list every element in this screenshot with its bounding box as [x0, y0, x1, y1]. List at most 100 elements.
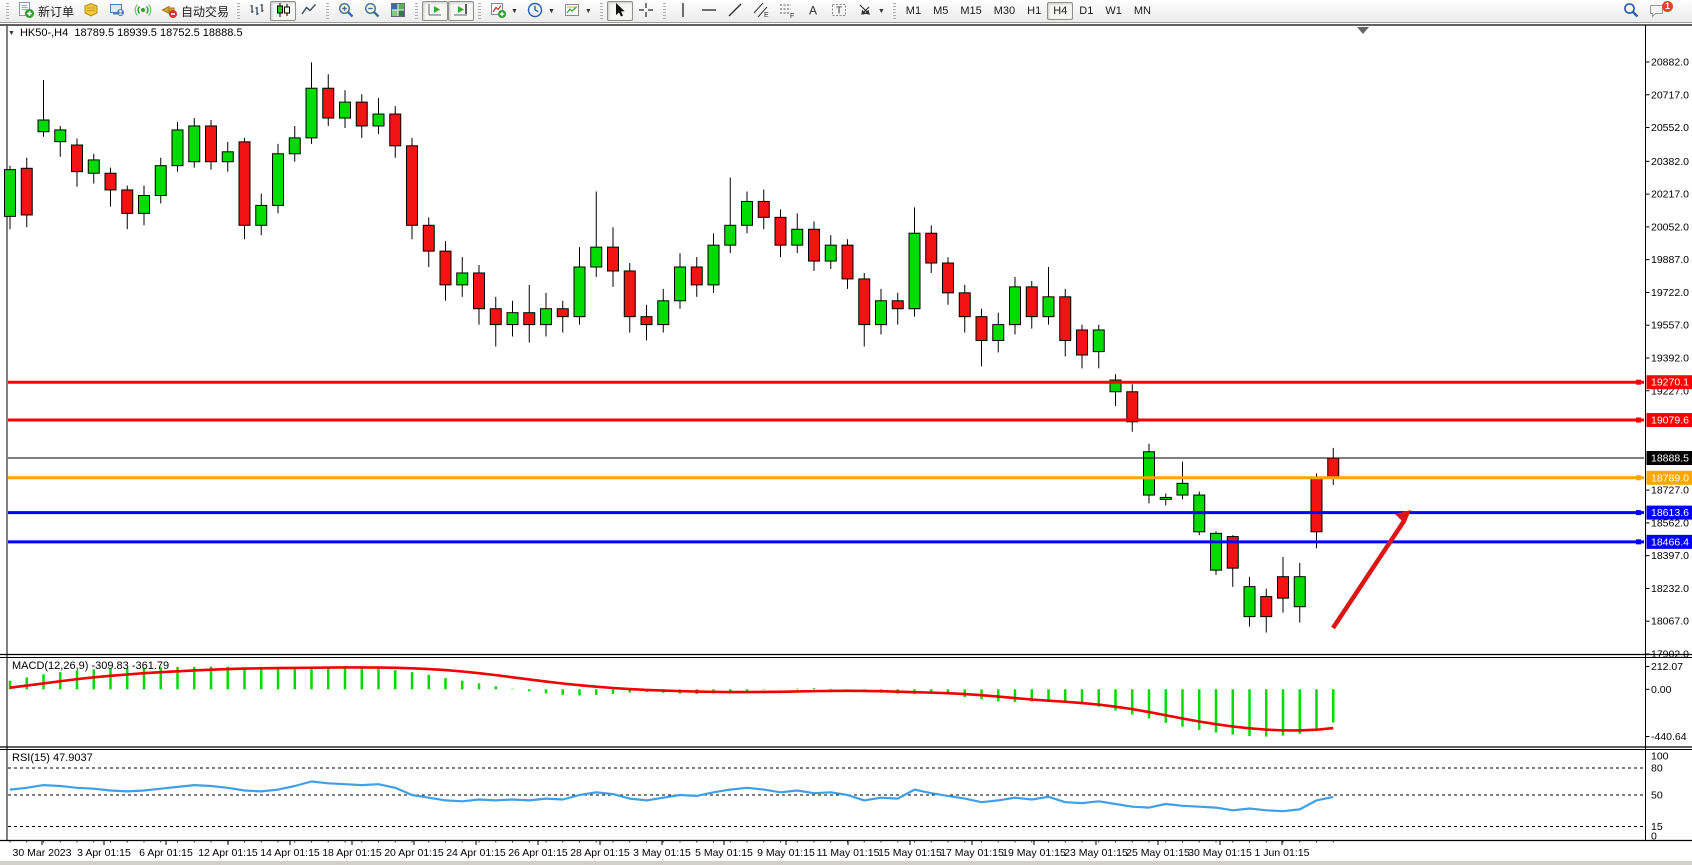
- time-tick-label[interactable]: 11 May 01:15: [817, 847, 880, 859]
- time-tick-label[interactable]: 30 May 01:15: [1188, 847, 1252, 859]
- time-tick-label[interactable]: 15 May 01:15: [878, 847, 942, 859]
- toolbar-grip[interactable]: [600, 3, 603, 19]
- cursor-button[interactable]: [607, 1, 633, 21]
- price-tick-label[interactable]: 20052.0: [1651, 221, 1689, 233]
- dropdown-arrow-icon[interactable]: ▼: [585, 8, 592, 15]
- horizontal-line-button[interactable]: [696, 1, 722, 21]
- toolbar-grip[interactable]: [6, 3, 9, 19]
- price-tick-label[interactable]: 18067.0: [1651, 616, 1689, 628]
- price-tick-label[interactable]: 19557.0: [1651, 320, 1689, 332]
- price-tick-label[interactable]: 18232.0: [1651, 583, 1689, 595]
- price-tick-label[interactable]: 20217.0: [1651, 189, 1689, 201]
- market-depth-button[interactable]: [78, 1, 104, 21]
- crosshair-button[interactable]: [633, 1, 659, 21]
- price-tick-label[interactable]: 19887.0: [1651, 254, 1689, 266]
- line-handle[interactable]: [1636, 475, 1641, 480]
- price-tick-label[interactable]: 20552.0: [1651, 122, 1689, 134]
- tf-m15[interactable]: M15: [954, 2, 987, 20]
- line-handle[interactable]: [1636, 380, 1641, 385]
- periods-button[interactable]: ▼: [522, 1, 559, 21]
- text-label-button[interactable]: T: [826, 1, 852, 21]
- time-tick-label[interactable]: 3 May 01:15: [633, 847, 691, 859]
- time-tick-label[interactable]: 20 Apr 01:15: [384, 847, 444, 859]
- line-handle[interactable]: [1636, 418, 1641, 423]
- chart-canvas[interactable]: 20882.0 20717.0 20552.0 20382.0 20217.0 20052…: [0, 24, 1692, 865]
- terminal-button[interactable]: [104, 1, 130, 21]
- toolbar-grip[interactable]: [237, 3, 240, 19]
- line-handle[interactable]: [1636, 510, 1641, 515]
- chart-window[interactable]: 20882.0 20717.0 20552.0 20382.0 20217.0 20052…: [0, 24, 1692, 865]
- notifications-button[interactable]: 1: [1644, 1, 1684, 21]
- templates-button[interactable]: ▼: [559, 1, 596, 21]
- tf-m5[interactable]: M5: [927, 2, 954, 20]
- line-handle[interactable]: [1636, 539, 1641, 544]
- channel-button[interactable]: E: [748, 1, 774, 21]
- time-tick-label[interactable]: 28 Apr 01:15: [570, 847, 630, 859]
- candlestick-chart-button[interactable]: [270, 1, 296, 21]
- dropdown-arrow-icon[interactable]: ▼: [878, 8, 885, 15]
- zoom-out-button[interactable]: [359, 1, 385, 21]
- tf-d1[interactable]: D1: [1073, 2, 1099, 20]
- time-tick-label[interactable]: 9 May 01:15: [757, 847, 815, 859]
- tile-windows-button[interactable]: [385, 1, 411, 21]
- rsi-scale-label[interactable]: 80: [1651, 763, 1663, 775]
- vertical-line-button[interactable]: [670, 1, 696, 21]
- toolbar-grip[interactable]: [326, 3, 329, 19]
- new-order-button[interactable]: 新订单: [13, 1, 78, 21]
- search-button[interactable]: [1618, 1, 1644, 21]
- macd-scale-label[interactable]: 0.00: [1651, 684, 1672, 696]
- time-tick-label[interactable]: 3 Apr 01:15: [77, 847, 131, 859]
- autotrading-button[interactable]: 自动交易: [156, 1, 233, 21]
- price-tick-label[interactable]: 19722.0: [1651, 287, 1689, 299]
- time-tick-label[interactable]: 17 May 01:15: [940, 847, 1004, 859]
- price-tick-label[interactable]: 20382.0: [1651, 156, 1689, 168]
- time-tick-label[interactable]: 24 Apr 01:15: [446, 847, 506, 859]
- time-tick-label[interactable]: 18 Apr 01:15: [322, 847, 382, 859]
- toolbar-grip[interactable]: [478, 3, 481, 19]
- tf-h4[interactable]: H4: [1047, 2, 1073, 20]
- price-tick-label[interactable]: 19392.0: [1651, 352, 1689, 364]
- text-button[interactable]: A: [800, 1, 826, 21]
- arrows-button[interactable]: ▼: [852, 1, 889, 21]
- signals-button[interactable]: [130, 1, 156, 21]
- time-tick-label[interactable]: 25 May 01:15: [1126, 847, 1190, 859]
- time-tick-label[interactable]: 14 Apr 01:15: [260, 847, 320, 859]
- toolbar-grip[interactable]: [415, 3, 418, 19]
- zoom-in-button[interactable]: [333, 1, 359, 21]
- collapse-caret-icon[interactable]: ▼: [8, 30, 15, 37]
- tf-h1[interactable]: H1: [1021, 2, 1047, 20]
- time-tick-label[interactable]: 19 May 01:15: [1002, 847, 1066, 859]
- price-tick-label[interactable]: 17902.0: [1651, 648, 1689, 660]
- trendline-button[interactable]: [722, 1, 748, 21]
- dropdown-arrow-icon[interactable]: ▼: [548, 8, 555, 15]
- price-tick-label[interactable]: 18397.0: [1651, 550, 1689, 562]
- rsi-scale-label[interactable]: 50: [1651, 790, 1663, 802]
- toolbar-grip[interactable]: [663, 3, 666, 19]
- macd-scale-label[interactable]: 212.07: [1651, 661, 1683, 673]
- fibonacci-button[interactable]: F: [774, 1, 800, 21]
- dropdown-arrow-icon[interactable]: ▼: [511, 8, 518, 15]
- time-tick-label[interactable]: 5 May 01:15: [695, 847, 753, 859]
- time-tick-label[interactable]: 26 Apr 01:15: [508, 847, 568, 859]
- price-tick-label[interactable]: 18727.0: [1651, 485, 1689, 497]
- tf-mn[interactable]: MN: [1128, 2, 1157, 20]
- rsi-scale-label[interactable]: 0: [1651, 831, 1657, 843]
- line-chart-button[interactable]: [296, 1, 322, 21]
- price-tick-label[interactable]: 20882.0: [1651, 57, 1689, 69]
- auto-scroll-button[interactable]: [422, 1, 448, 21]
- time-tick-label[interactable]: 30 Mar 2023: [13, 847, 72, 859]
- tf-w1[interactable]: W1: [1099, 2, 1128, 20]
- rsi-scale-label[interactable]: 100: [1651, 751, 1669, 763]
- time-tick-label[interactable]: 23 May 01:15: [1064, 847, 1128, 859]
- tf-m30[interactable]: M30: [988, 2, 1021, 20]
- toolbar-grip[interactable]: [893, 3, 896, 19]
- macd-scale-label[interactable]: -440.64: [1651, 731, 1687, 743]
- time-tick-label[interactable]: 6 Apr 01:15: [139, 847, 193, 859]
- time-tick-label[interactable]: 1 Jun 01:15: [1255, 847, 1310, 859]
- indicators-button[interactable]: ▼: [485, 1, 522, 21]
- bar-chart-button[interactable]: [244, 1, 270, 21]
- time-tick-label[interactable]: 12 Apr 01:15: [198, 847, 258, 859]
- chart-shift-button[interactable]: [448, 1, 474, 21]
- tf-m1[interactable]: M1: [900, 2, 927, 20]
- price-tick-label[interactable]: 20717.0: [1651, 89, 1689, 101]
